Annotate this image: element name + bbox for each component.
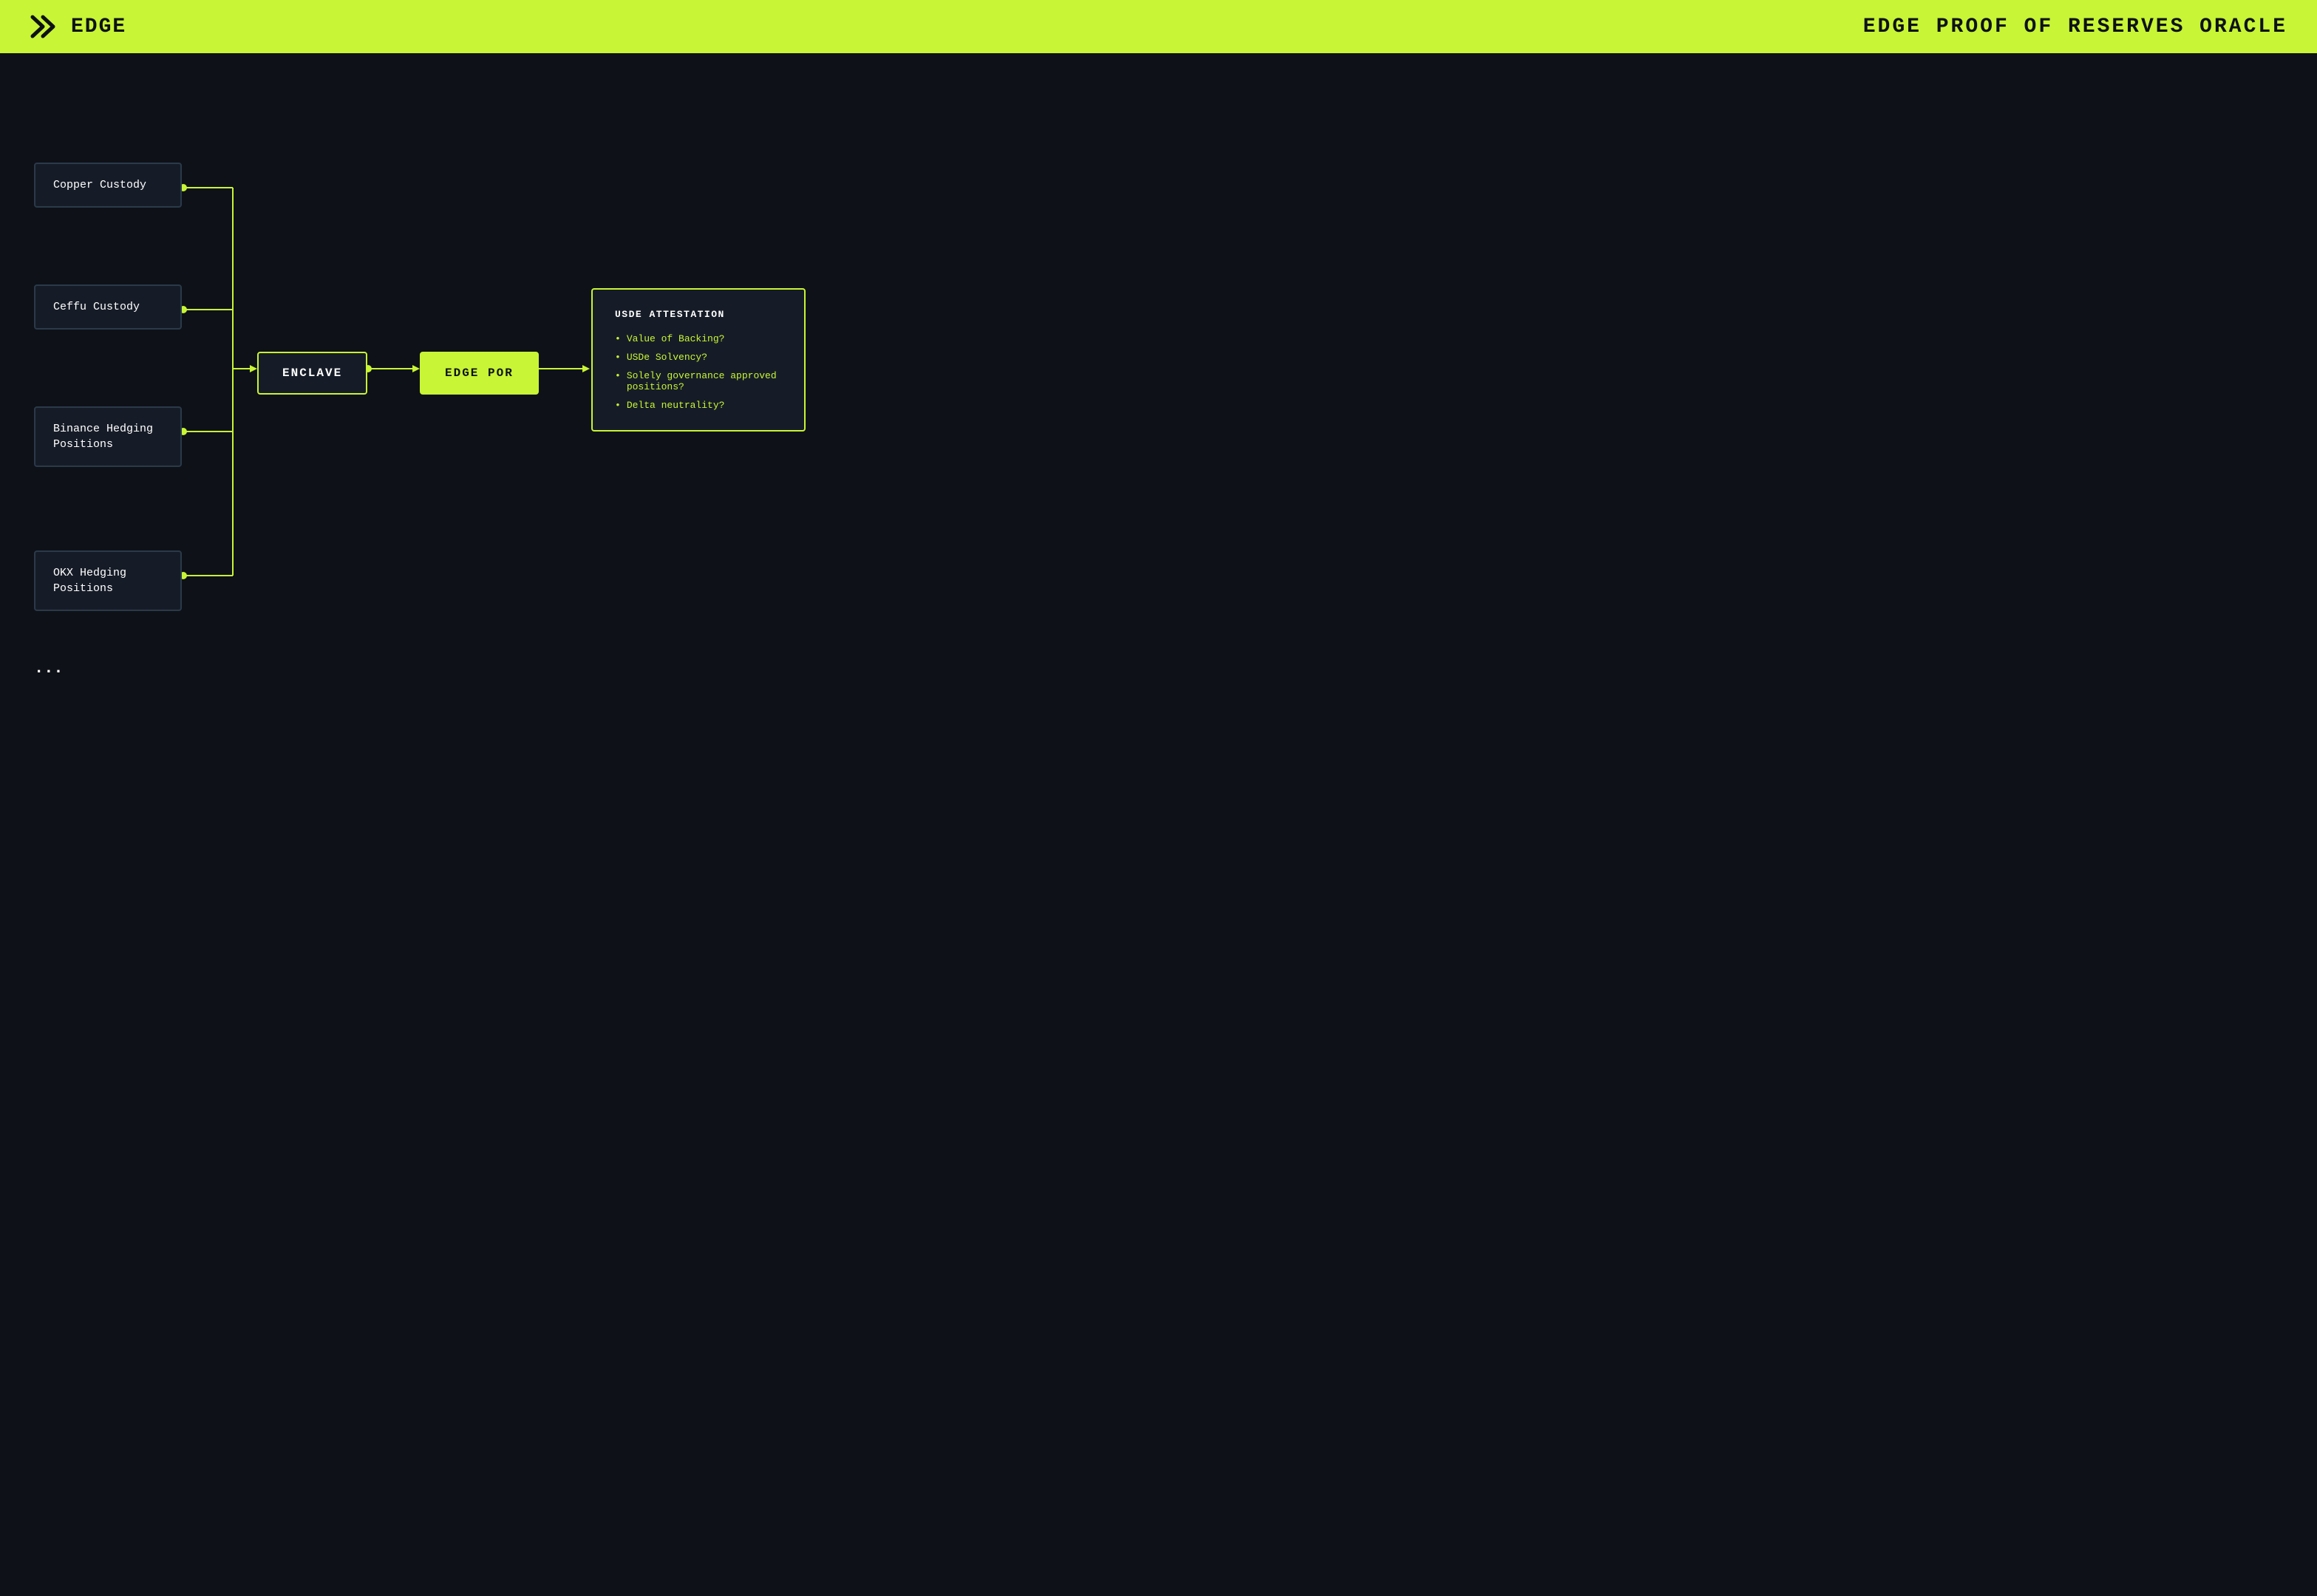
brand-area: EDGE [30, 11, 126, 42]
attestation-list: Value of Backing? USDe Solvency? Solely … [615, 333, 782, 411]
attestation-box: USDE ATTESTATION Value of Backing? USDe … [591, 288, 806, 432]
connector-overlay [0, 53, 2317, 1596]
binance-hedging-box: Binance Hedging Positions [34, 406, 182, 467]
diagram-canvas: Copper Custody Ceffu Custody Binance Hed… [0, 53, 2317, 1596]
attestation-item-2: USDe Solvency? [615, 352, 782, 363]
edge-logo-icon [30, 11, 61, 42]
ceffu-custody-box: Ceffu Custody [34, 284, 182, 330]
attestation-title: USDE ATTESTATION [615, 309, 782, 320]
copper-custody-box: Copper Custody [34, 163, 182, 208]
more-sources-indicator: ... [34, 659, 64, 678]
enclave-por-arrow [412, 365, 420, 372]
okx-hedging-box: OKX Hedging Positions [34, 550, 182, 611]
attestation-item-1: Value of Backing? [615, 333, 782, 344]
trunk-enclave-arrow [250, 365, 257, 372]
brand-name: EDGE [71, 16, 126, 38]
edge-por-box: EDGE POR [420, 352, 539, 395]
page-title: EDGE PROOF OF RESERVES ORACLE [1863, 16, 2287, 38]
attestation-item-4: Delta neutrality? [615, 400, 782, 411]
attestation-item-3: Solely governance approved positions? [615, 370, 782, 392]
por-attestation-arrow [582, 365, 590, 372]
app-header: EDGE EDGE PROOF OF RESERVES ORACLE [0, 0, 2317, 53]
enclave-box: ENCLAVE [257, 352, 367, 395]
